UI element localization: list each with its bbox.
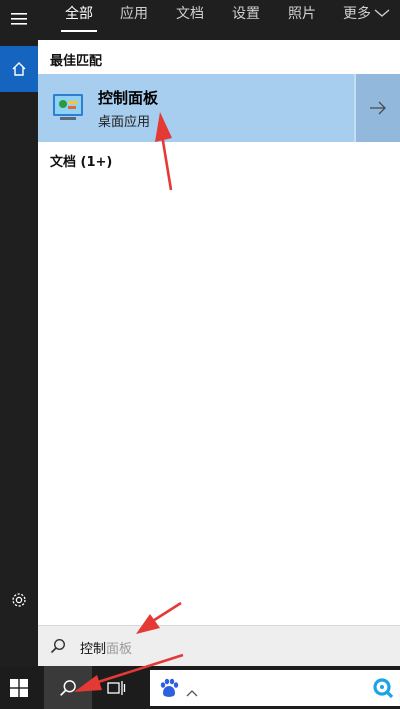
chevron-down-icon [374, 2, 390, 26]
arrow-right-icon [370, 101, 386, 115]
left-rail [0, 0, 38, 666]
best-match-result[interactable]: 控制面板 桌面应用 [38, 74, 354, 142]
taskbar [0, 666, 400, 709]
best-match-title: 控制面板 [98, 89, 159, 107]
chevron-up-icon[interactable] [186, 682, 198, 701]
tab-label: 应用 [120, 6, 148, 22]
results-panel: 最佳匹配 控制面板 桌面应用 文档 (1+) [38, 40, 400, 625]
search-suggestion-text: 面板 [106, 642, 133, 657]
tab-settings[interactable]: 设置 [232, 0, 260, 40]
task-view-icon[interactable] [100, 674, 132, 702]
hamburger-menu-icon[interactable] [0, 0, 38, 38]
q-icon[interactable] [372, 677, 394, 703]
best-match-heading: 最佳匹配 [50, 54, 103, 69]
taskbar-input-box[interactable] [150, 670, 400, 706]
tab-apps[interactable]: 应用 [120, 0, 148, 40]
home-icon[interactable] [0, 46, 38, 92]
tab-more[interactable]: 更多 [343, 0, 390, 40]
documents-heading[interactable]: 文档 (1+) [50, 151, 112, 170]
open-details-button[interactable] [354, 74, 400, 142]
filter-tab-bar: 全部 应用 文档 设置 照片 更多 [38, 0, 400, 40]
tab-label: 全部 [65, 6, 93, 22]
taskbar-search-button[interactable] [44, 666, 92, 709]
baidu-paw-icon[interactable] [158, 677, 180, 703]
search-typed-text: 控制 [80, 642, 107, 657]
tab-photos[interactable]: 照片 [288, 0, 316, 40]
search-icon [60, 679, 76, 696]
tab-documents[interactable]: 文档 [176, 0, 204, 40]
tab-all[interactable]: 全部 [61, 0, 97, 40]
tab-label: 更多 [343, 6, 371, 22]
settings-gear-icon[interactable] [0, 582, 38, 618]
search-input[interactable]: 控制面板 [38, 625, 400, 666]
search-query: 控制面板 [80, 638, 132, 657]
control-panel-icon [52, 92, 84, 122]
tab-label: 文档 [176, 6, 204, 22]
best-match-subtitle: 桌面应用 [98, 115, 151, 130]
windows-logo-icon[interactable] [0, 666, 38, 709]
tab-label: 设置 [232, 6, 260, 22]
tab-label: 照片 [288, 6, 316, 22]
search-icon [50, 638, 66, 658]
